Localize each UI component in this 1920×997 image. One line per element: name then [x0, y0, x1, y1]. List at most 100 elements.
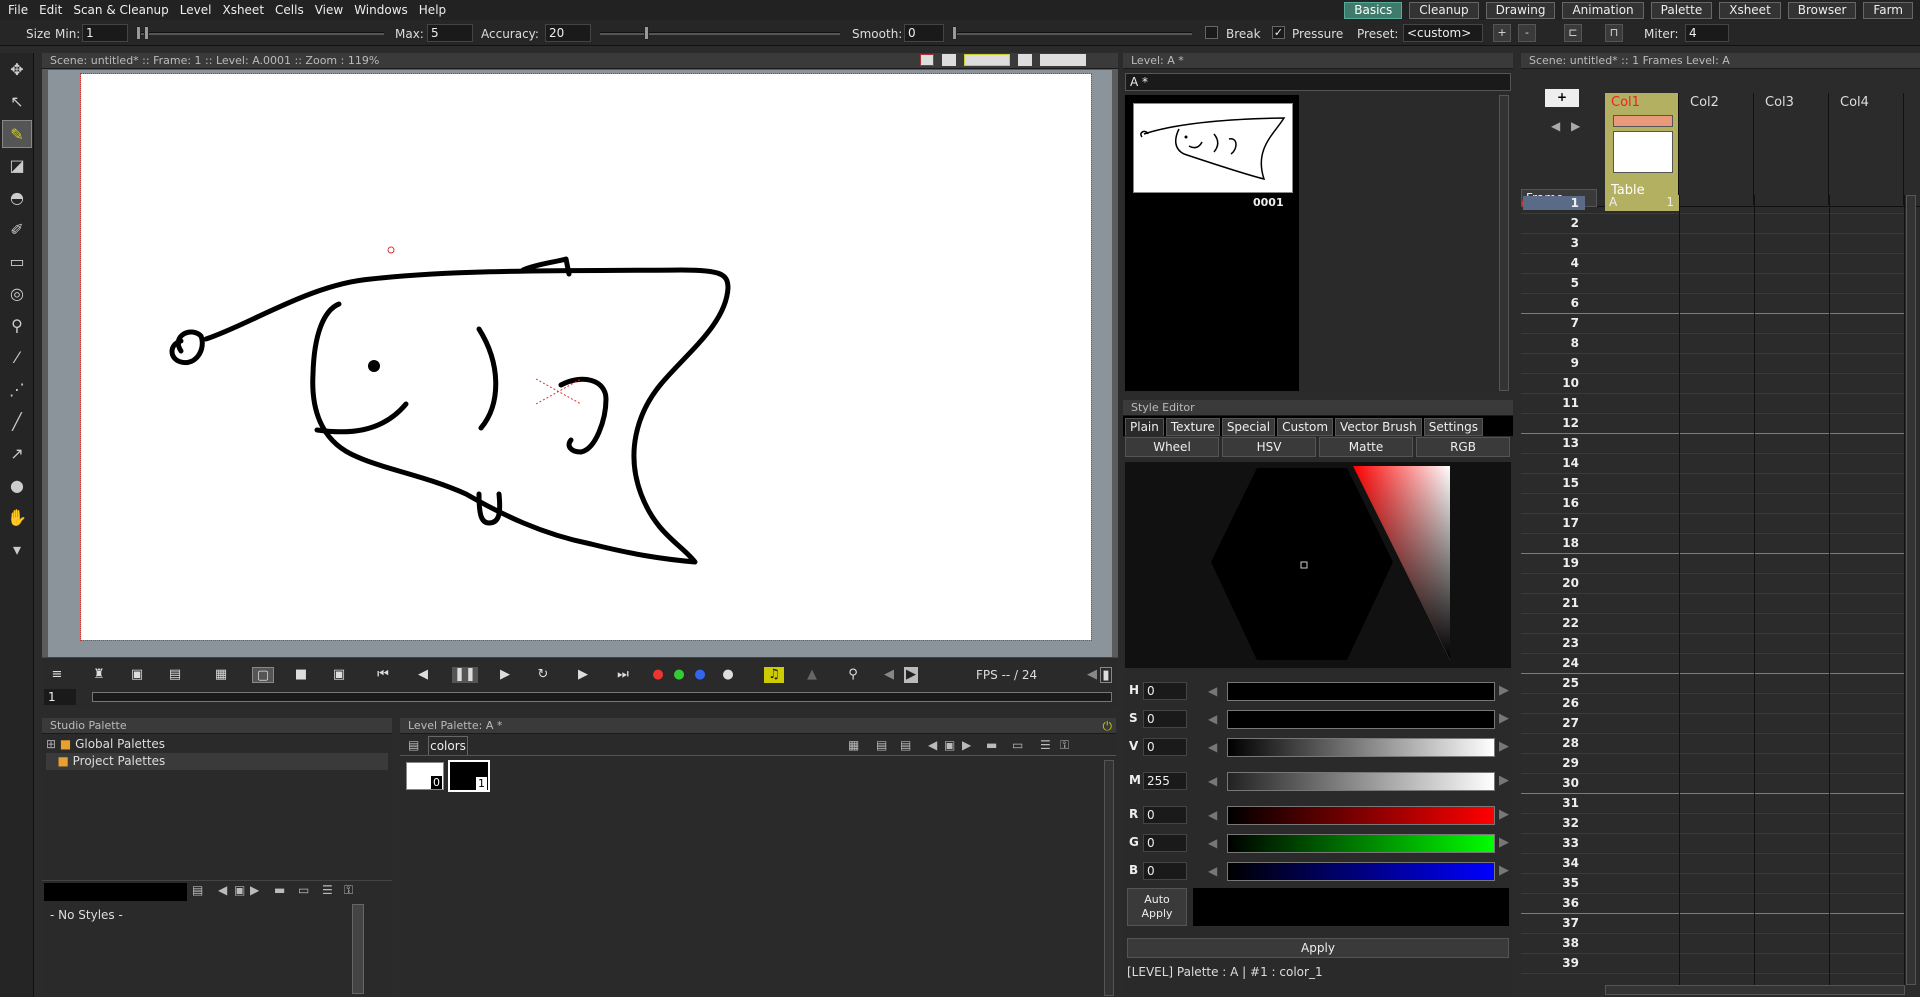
hexagon-color-wheel[interactable]: [1125, 462, 1511, 668]
level-strip-scrollbar[interactable]: [1499, 95, 1509, 391]
channel-value[interactable]: 0: [1143, 834, 1187, 852]
channel-slider[interactable]: [1227, 806, 1495, 825]
pressure-checkbox[interactable]: ✓: [1272, 26, 1285, 39]
right-arrow-icon[interactable]: ▶: [962, 738, 971, 752]
xsheet-cell-a1[interactable]: A1: [1605, 195, 1680, 211]
pump-tool-icon[interactable]: ↗: [2, 440, 32, 468]
green-channel-icon[interactable]: ●: [671, 667, 687, 683]
field-guide-icon[interactable]: [942, 54, 956, 66]
room-cleanup[interactable]: Cleanup: [1409, 1, 1479, 19]
decrement-icon[interactable]: ◀: [1208, 712, 1217, 726]
first-frame-icon[interactable]: ⏮: [374, 667, 392, 683]
column-header-col4[interactable]: Col4: [1830, 93, 1904, 205]
row-number[interactable]: 36: [1523, 896, 1585, 910]
size-range-slider[interactable]: [136, 26, 384, 40]
style-chip-1[interactable]: 1: [448, 760, 490, 792]
row-number[interactable]: 3: [1523, 236, 1585, 250]
increment-icon[interactable]: ▶: [1499, 835, 1509, 850]
tab-special[interactable]: Special: [1221, 418, 1276, 436]
row-number[interactable]: 23: [1523, 636, 1585, 650]
row-number[interactable]: 6: [1523, 296, 1585, 310]
row-number[interactable]: 1: [1523, 196, 1585, 210]
room-animation[interactable]: Animation: [1562, 1, 1644, 19]
new-style-icon[interactable]: ▬: [986, 738, 997, 752]
row-number[interactable]: 21: [1523, 596, 1585, 610]
view-mode-icon[interactable]: ▦: [848, 738, 859, 752]
room-basics[interactable]: Basics: [1344, 1, 1403, 19]
next-column-icon[interactable]: ▶: [1571, 119, 1580, 133]
new-style-icon[interactable]: ▬: [274, 883, 285, 897]
mode-rgb[interactable]: RGB: [1416, 437, 1510, 457]
size-max-field[interactable]: 5: [427, 24, 473, 42]
save-icon[interactable]: ▤: [900, 738, 911, 752]
viewer-canvas[interactable]: [48, 70, 1112, 673]
selection-tool-icon[interactable]: ↖: [2, 88, 32, 116]
cap-style-icon[interactable]: ⊏: [1564, 24, 1582, 42]
remove-preset-button[interactable]: -: [1518, 24, 1536, 42]
style-picker-icon[interactable]: ⚲: [2, 312, 32, 340]
decrement-icon[interactable]: ◀: [1208, 864, 1217, 878]
ink-check-icon[interactable]: [1040, 54, 1086, 66]
tab-settings[interactable]: Settings: [1423, 418, 1483, 436]
color-wheel-area[interactable]: [1125, 462, 1511, 668]
channel-value[interactable]: 0: [1143, 806, 1187, 824]
frame-thumbnail[interactable]: [1133, 103, 1293, 193]
fill-tool-icon[interactable]: ◓: [2, 184, 32, 212]
xsheet-vertical-scrollbar[interactable]: [1906, 195, 1916, 985]
room-farm[interactable]: Farm: [1863, 1, 1913, 19]
mode-wheel[interactable]: Wheel: [1125, 437, 1219, 457]
last-frame-icon[interactable]: ⏭: [614, 667, 632, 683]
expand-icon[interactable]: ⊞: [46, 737, 56, 751]
row-number[interactable]: 5: [1523, 276, 1585, 290]
row-number[interactable]: 15: [1523, 476, 1585, 490]
row-number[interactable]: 27: [1523, 716, 1585, 730]
menu-level[interactable]: Level: [180, 3, 212, 17]
pause-icon[interactable]: ❚❚: [452, 667, 478, 683]
room-browser[interactable]: Browser: [1787, 1, 1857, 19]
compare-icon[interactable]: ▤: [166, 667, 184, 683]
mode-matte[interactable]: Matte: [1319, 437, 1413, 457]
tape-tool-icon[interactable]: ◎: [2, 280, 32, 308]
channel-slider[interactable]: [1227, 772, 1495, 791]
increment-icon[interactable]: ▶: [1499, 773, 1509, 788]
tab-plain[interactable]: Plain: [1125, 418, 1164, 436]
row-number[interactable]: 8: [1523, 336, 1585, 350]
camera-stand-icon[interactable]: ▢: [252, 667, 274, 683]
row-number[interactable]: 12: [1523, 416, 1585, 430]
paint-brush-tool-icon[interactable]: ✐: [2, 216, 32, 244]
alpha-channel-icon[interactable]: ●: [720, 667, 736, 683]
tree-item-project[interactable]: ■ Project Palettes: [46, 753, 388, 770]
increment-icon[interactable]: ▶: [1499, 739, 1509, 754]
size-icon[interactable]: ▣: [944, 738, 955, 752]
row-number[interactable]: 29: [1523, 756, 1585, 770]
fps-slider-icon[interactable]: ▮: [1100, 667, 1112, 683]
channel-slider[interactable]: [1227, 738, 1495, 757]
preset-dropdown[interactable]: <custom>: [1403, 24, 1483, 42]
red-channel-icon[interactable]: ●: [650, 667, 666, 683]
row-number[interactable]: 26: [1523, 696, 1585, 710]
safe-area-icon[interactable]: [920, 54, 934, 66]
row-number[interactable]: 18: [1523, 536, 1585, 550]
break-checkbox[interactable]: [1205, 26, 1218, 39]
new-page-icon[interactable]: ▭: [1012, 738, 1023, 752]
power-icon[interactable]: ⏻: [1103, 719, 1113, 734]
tab-texture[interactable]: Texture: [1165, 418, 1220, 436]
brush-tool-icon[interactable]: ✎: [2, 120, 32, 148]
new-page-icon[interactable]: ▭: [298, 883, 309, 897]
row-number[interactable]: 33: [1523, 836, 1585, 850]
tab-vector-brush[interactable]: Vector Brush: [1335, 418, 1422, 436]
column-color-bar[interactable]: [1613, 115, 1673, 127]
channel-slider[interactable]: [1227, 682, 1495, 701]
next-frame-icon[interactable]: ▶: [574, 667, 592, 683]
row-number[interactable]: 16: [1523, 496, 1585, 510]
row-number[interactable]: 4: [1523, 256, 1585, 270]
row-number[interactable]: 30: [1523, 776, 1585, 790]
row-number[interactable]: 32: [1523, 816, 1585, 830]
decrement-icon[interactable]: ◀: [1208, 684, 1217, 698]
lock-icon[interactable]: ⚿: [344, 883, 353, 898]
pinch-tool-icon[interactable]: ╱: [2, 408, 32, 436]
blue-channel-icon[interactable]: ●: [692, 667, 708, 683]
save-as-icon[interactable]: ▤: [876, 738, 887, 752]
lock-icon[interactable]: ⚿: [1060, 738, 1069, 753]
channel-slider[interactable]: [1227, 834, 1495, 853]
